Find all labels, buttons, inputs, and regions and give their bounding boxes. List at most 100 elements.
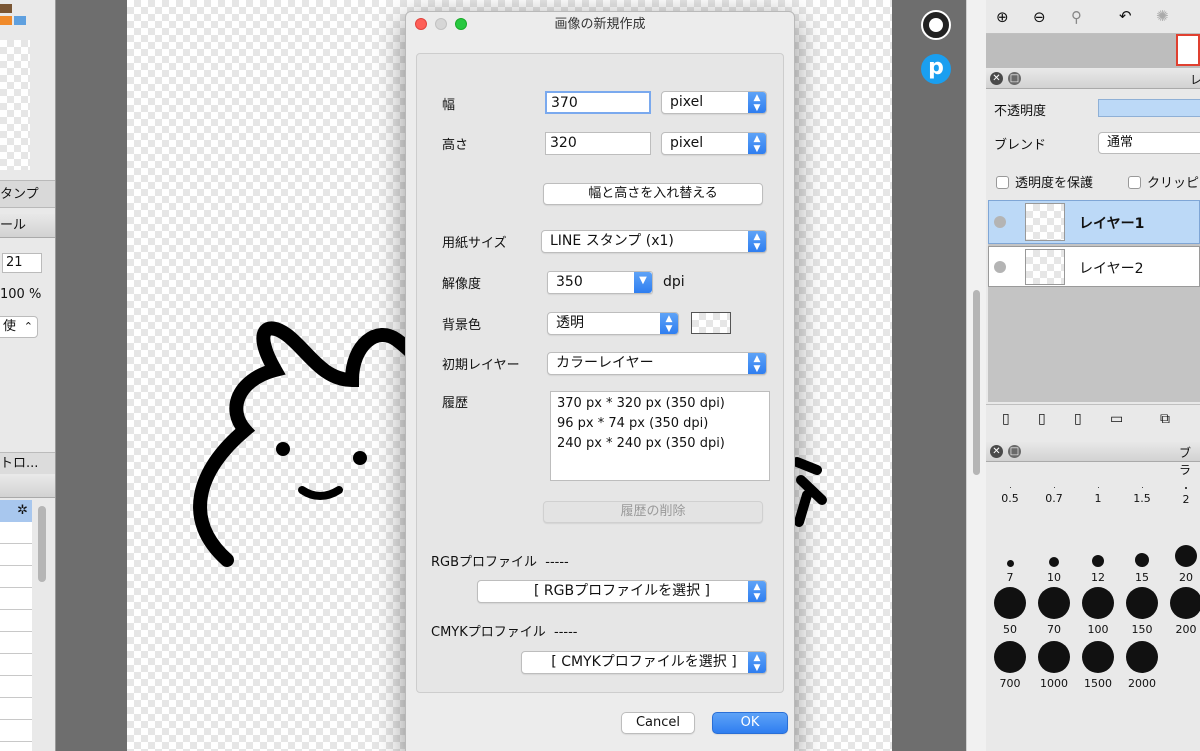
initial-layer-select[interactable]: カラーレイヤー ▲ ▼ [547,352,767,375]
brush-size-cell[interactable]: 1.5 [1124,465,1160,519]
minimize-icon[interactable]: □ [1008,445,1021,458]
scrollbar-thumb[interactable] [973,290,980,475]
stamp-tab[interactable]: タンプ [0,180,55,208]
new-1bit-layer-icon[interactable]: ▯ [1074,411,1082,427]
brush-dot-icon [1175,545,1197,567]
brush-dot-icon [1049,557,1059,567]
resolution-combo[interactable]: 350 ▼ [547,271,653,294]
brush-size-cell[interactable]: 200 [1168,581,1200,636]
canvas-scrollbar[interactable] [966,0,986,751]
minimize-window-button[interactable] [435,18,447,30]
brush-size-cell[interactable]: 10 [1036,529,1072,584]
history-item[interactable]: 370 px * 320 px (350 dpi) [557,394,763,414]
color-swatch[interactable] [0,16,12,25]
color-swatch[interactable] [0,4,12,13]
layer-thumbnail [1025,203,1065,241]
layer-row[interactable]: レイヤー2 [988,246,1200,287]
brush-size-cell[interactable]: 50 [992,581,1028,636]
close-icon[interactable]: ✕ [990,445,1003,458]
brush-size-cell[interactable]: 20 [1168,529,1200,584]
checkbox-icon[interactable] [996,176,1009,189]
width-input[interactable]: 370 [545,91,651,114]
zoom-reset-icon[interactable]: ⚲ [1071,8,1082,26]
cmyk-profile-select[interactable]: [ CMYKプロファイルを選択 ] ▲ ▼ [521,651,767,674]
blend-select[interactable]: 通常 [1098,132,1200,154]
cmyk-profile-row: CMYKプロファイル ----- [431,621,578,640]
navigator-preview[interactable] [1176,34,1200,66]
brush-size-cell[interactable]: 12 [1080,529,1116,584]
brush-size-cell[interactable]: 2 [1168,465,1200,519]
layer-name: レイヤー1 [1079,216,1145,232]
brush-size-cell[interactable]: 2000 [1124,635,1160,690]
zoom-window-button[interactable] [455,18,467,30]
avatar[interactable] [921,10,951,40]
brush-size-label: 700 [999,677,1021,690]
brush-size-cell[interactable]: 700 [992,635,1028,690]
cmyk-profile-label: CMYKプロファイル [431,625,546,640]
pixiv-icon[interactable]: p [921,54,951,84]
layer-row[interactable]: レイヤー1 [988,200,1200,244]
settings-gear-icon[interactable]: ✲ [0,500,32,522]
height-input[interactable]: 320 [545,132,651,155]
rotate-icon[interactable]: ↶ [1119,7,1132,25]
background-color-swatch[interactable] [691,312,731,334]
checkbox-icon[interactable] [1128,176,1141,189]
chevron-updown-icon: ▲ ▼ [748,231,766,252]
left-scrollbar[interactable] [38,506,46,582]
visibility-icon[interactable] [994,216,1006,228]
paper-size-select[interactable]: LINE スタンプ (x1) ▲ ▼ [541,230,767,253]
chevron-down-icon[interactable]: ▼ [634,272,652,293]
clear-history-button[interactable]: 履歴の削除 [543,501,763,523]
color-palette[interactable] [0,0,55,40]
history-item[interactable]: 96 px * 74 px (350 dpi) [557,414,763,434]
stroke-panel-tab[interactable]: トロ... [0,452,55,474]
brush-size-cell[interactable]: 7 [992,529,1028,584]
rgb-profile-row: RGBプロファイル ----- [431,551,569,570]
brush-size-cell[interactable]: 70 [1036,581,1072,636]
protect-alpha-checkbox[interactable]: 透明度を保護 [996,172,1093,191]
close-icon[interactable]: ✕ [990,72,1003,85]
brush-size-cell[interactable]: 15 [1124,529,1160,584]
brush-size-cell[interactable]: 0.5 [992,465,1028,519]
zoom-out-icon[interactable]: ⊖ [1033,8,1046,26]
brush-size-cell[interactable]: 100 [1080,581,1116,636]
width-unit-label: pixel [670,94,704,110]
clipping-checkbox[interactable]: クリッピ [1128,172,1199,191]
history-label: 履歴 [442,396,469,411]
close-window-button[interactable] [415,18,427,30]
resolution-value: 350 [556,274,583,290]
cmyk-profile-value: ----- [554,625,578,640]
opacity-slider[interactable] [1098,99,1200,117]
cancel-button[interactable]: Cancel [621,712,695,734]
resolution-unit: dpi [663,274,685,290]
minimize-icon[interactable]: □ [1008,72,1021,85]
brush-size-cell[interactable]: 0.7 [1036,465,1072,519]
rgb-profile-select[interactable]: [ RGBプロファイルを選択 ] ▲ ▼ [477,580,767,603]
folder-icon[interactable]: ▭ [1110,411,1123,427]
use-select[interactable]: 使 ⌃ [0,316,38,338]
history-item[interactable]: 240 px * 240 px (350 dpi) [557,434,763,454]
size-input[interactable]: 21 [2,253,42,273]
chevron-updown-icon: ▲ ▼ [748,581,766,602]
brush-size-cell[interactable]: 1 [1080,465,1116,519]
dialog-panel: 幅 370 pixel ▲ ▼ 高さ 320 pixel ▲ ▼ 幅と高さを入れ替える … [416,53,784,693]
brush-size-cell[interactable]: 150 [1124,581,1160,636]
chevron-updown-icon: ▲ ▼ [748,92,766,113]
new-8bit-layer-icon[interactable]: ▯ [1038,411,1046,427]
brush-size-cell[interactable]: 1000 [1036,635,1072,690]
app-icons: p [915,0,959,90]
width-unit-select[interactable]: pixel ▲ ▼ [661,91,767,114]
zoom-in-icon[interactable]: ⊕ [996,8,1009,26]
height-unit-select[interactable]: pixel ▲ ▼ [661,132,767,155]
brush-size-label: 0.5 [1001,492,1019,505]
brush-size-cell[interactable]: 1500 [1080,635,1116,690]
ok-button[interactable]: OK [712,712,788,734]
swap-dimensions-button[interactable]: 幅と高さを入れ替える [543,183,763,205]
duplicate-icon[interactable]: ⧉ [1160,411,1170,427]
color-swatch[interactable] [14,16,26,25]
new-layer-icon[interactable]: ▯ [1002,411,1010,427]
brush-dot-icon [1082,587,1114,619]
layer-thumbnail [1025,249,1065,285]
visibility-icon[interactable] [994,261,1006,273]
background-select[interactable]: 透明 ▲ ▼ [547,312,679,335]
